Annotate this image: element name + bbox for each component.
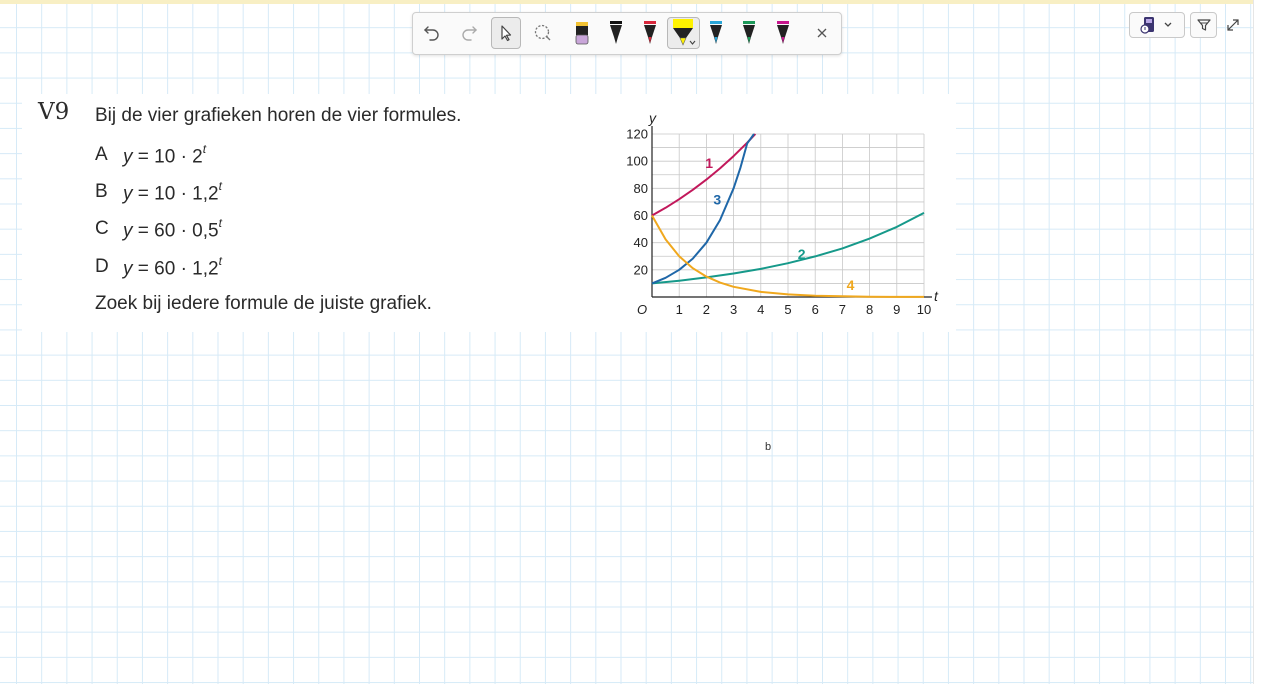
lasso-icon — [534, 24, 551, 41]
select-tool-button[interactable] — [491, 17, 521, 49]
option-formula: y = 60 · 0,5t — [123, 216, 222, 242]
pen-purple-button[interactable] — [567, 17, 597, 49]
expand-icon — [1227, 19, 1239, 31]
origin-label: O — [637, 302, 647, 317]
redo-icon — [462, 26, 477, 41]
select-pointer-icon — [501, 25, 512, 42]
y-tick-label: 60 — [634, 208, 648, 223]
x-tick-label: 3 — [730, 302, 737, 317]
graph-figure: 1 2 3 4 5 6 7 8 9 10 20 40 60 80 100 120 Ot y 1 2 3 4 — [626, 110, 939, 317]
filter-button[interactable] — [1190, 12, 1217, 38]
x-tick-label: 10 — [917, 302, 931, 317]
pen-red-button[interactable] — [635, 17, 665, 49]
x-tick-label: 2 — [703, 302, 710, 317]
x-tick-label: 4 — [757, 302, 764, 317]
pen-red-icon — [644, 21, 656, 44]
pen-green-icon — [743, 21, 755, 44]
ink-toolbar — [412, 12, 842, 55]
series-label-4: 4 — [847, 277, 855, 293]
option-letter: C — [95, 218, 109, 239]
pen-black-button[interactable] — [601, 17, 631, 49]
pen-magenta-button[interactable] — [768, 17, 798, 49]
pen-blue-button[interactable] — [701, 17, 731, 49]
exercise-number: V9 — [38, 99, 70, 125]
x-tick-label: 8 — [866, 302, 873, 317]
x-tick-label: 7 — [839, 302, 846, 317]
exercise-intro: Bij de vier grafieken horen de vier form… — [95, 105, 462, 126]
undo-icon — [424, 26, 439, 41]
lasso-tool-button[interactable] — [528, 17, 558, 49]
close-icon — [817, 28, 827, 38]
series-label-1: 1 — [705, 155, 713, 171]
y-tick-label: 80 — [634, 181, 648, 196]
x-tick-label: 9 — [893, 302, 900, 317]
pen-green-button[interactable] — [734, 17, 764, 49]
option-letter: A — [95, 144, 108, 165]
pen-purple-icon — [575, 22, 589, 45]
series-label-3: 3 — [713, 192, 721, 208]
x-tick-label: 6 — [812, 302, 819, 317]
highlighter-yellow-icon — [672, 19, 695, 46]
funnel-icon — [1196, 19, 1211, 31]
pen-black-icon — [610, 21, 622, 44]
highlighter-yellow-button[interactable] — [667, 17, 700, 49]
option-formula: y = 10 · 1,2t — [123, 179, 222, 205]
option-letter: B — [95, 181, 108, 202]
stray-ink-text: b — [765, 441, 772, 453]
pen-selector-dropdown[interactable] — [1129, 12, 1185, 38]
series-label-2: 2 — [798, 246, 806, 262]
undo-button[interactable] — [417, 17, 447, 49]
y-tick-label: 20 — [634, 262, 648, 277]
close-toolbar-button[interactable] — [807, 17, 837, 49]
pen-blue-icon — [710, 21, 722, 44]
series-line-3 — [651, 133, 755, 285]
expand-button[interactable] — [1224, 16, 1242, 34]
y-tick-label: 100 — [626, 154, 648, 169]
redo-button[interactable] — [454, 17, 484, 49]
x-tick-label: 1 — [676, 302, 683, 317]
y-tick-label: 40 — [634, 235, 648, 250]
option-formula: y = 10 · 2t — [123, 142, 207, 168]
y-axis-label: y — [648, 110, 657, 126]
pen-settings-icon — [1140, 17, 1172, 34]
top-accent-strip — [0, 0, 1265, 4]
option-letter: D — [95, 256, 109, 277]
x-tick-label: 5 — [784, 302, 791, 317]
exercise-instruction: Zoek bij iedere formule de juiste grafie… — [95, 293, 432, 314]
option-formula: y = 60 · 1,2t — [123, 254, 222, 280]
right-scroll-edge[interactable] — [1253, 0, 1265, 684]
y-tick-label: 120 — [626, 127, 648, 142]
x-axis-label: t — [934, 288, 939, 304]
pen-magenta-icon — [777, 21, 789, 44]
